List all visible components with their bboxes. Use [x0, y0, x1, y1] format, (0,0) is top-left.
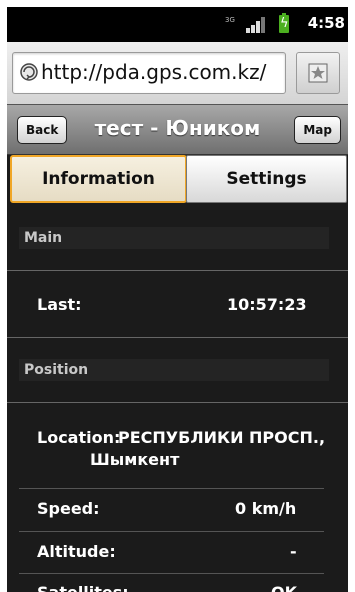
divider [7, 337, 348, 338]
divider [19, 531, 324, 532]
page-title: тест - Юником [94, 116, 261, 140]
page-header: Back тест - Юником Map [7, 104, 348, 155]
satellites-label: Satellites: [37, 583, 129, 592]
status-bar: 3G ϟ 4:58 [7, 7, 348, 42]
location-value-city: Шымкент [90, 450, 180, 469]
speed-label: Speed: [37, 499, 100, 518]
globe-icon [20, 63, 38, 81]
phone-screen: 3G ϟ 4:58 http://pda.gps.com.kz/ Back те… [7, 7, 348, 592]
status-time: 4:58 [307, 14, 345, 32]
tab-bar: Information Settings [7, 155, 348, 203]
divider [19, 573, 324, 574]
browser-url-bar: http://pda.gps.com.kz/ [7, 42, 348, 104]
tab-information[interactable]: Information [10, 155, 187, 203]
section-header-position: Position [19, 359, 329, 381]
location-value: РЕСПУБЛИКИ ПРОСП., [118, 428, 326, 447]
battery-charging-icon: ϟ [279, 13, 289, 33]
altitude-label: Altitude: [37, 542, 116, 561]
star-icon [308, 63, 328, 83]
last-value: 10:57:23 [227, 295, 307, 314]
divider [7, 270, 348, 271]
network-type-indicator: 3G [225, 16, 235, 24]
altitude-value: - [290, 542, 297, 561]
url-field[interactable]: http://pda.gps.com.kz/ [12, 52, 286, 94]
divider [7, 402, 348, 403]
bookmark-button[interactable] [296, 52, 340, 94]
url-text: http://pda.gps.com.kz/ [41, 60, 267, 84]
location-label: Location: [37, 428, 121, 447]
map-button[interactable]: Map [294, 116, 341, 144]
back-button[interactable]: Back [17, 116, 68, 144]
last-label: Last: [37, 295, 82, 314]
tab-settings[interactable]: Settings [186, 155, 347, 203]
speed-value: 0 km/h [235, 499, 297, 518]
section-header-main: Main [19, 227, 329, 249]
divider [19, 488, 324, 489]
satellites-value: OK [271, 583, 297, 592]
signal-strength-icon [246, 17, 268, 33]
